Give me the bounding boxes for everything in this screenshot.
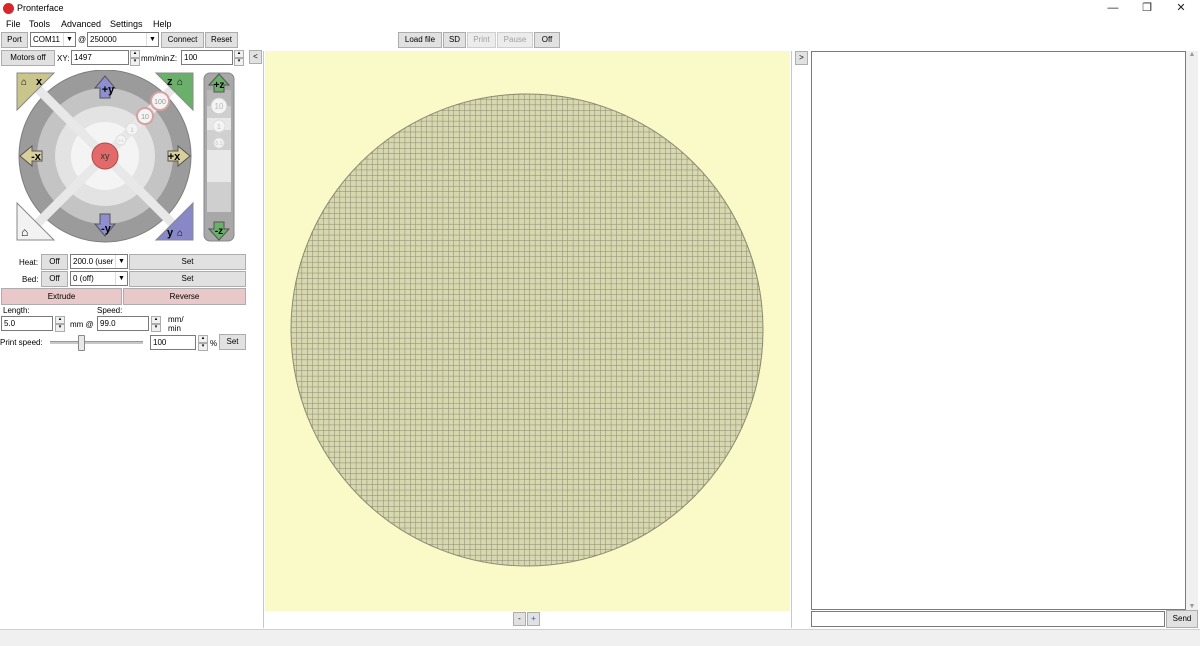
connect-button[interactable]: Connect [161, 32, 204, 48]
chevron-down-icon: ▼ [146, 33, 158, 46]
chevron-down-icon: ▼ [115, 255, 127, 268]
heat-label: Heat: [19, 258, 39, 267]
command-input[interactable] [811, 611, 1165, 627]
chevron-down-icon: ▼ [63, 33, 75, 46]
home-icon: ⌂ [21, 225, 28, 239]
heat-select[interactable]: 200.0 (user ▼ [70, 254, 128, 269]
speed-unit-label: mm/ [168, 315, 184, 324]
mm-at-label: mm @ [70, 320, 94, 329]
z-step-neg10[interactable] [207, 182, 231, 212]
menu-file[interactable]: File [6, 19, 21, 29]
panel-divider [263, 51, 264, 628]
zoom-in-button[interactable]: + [527, 612, 540, 626]
extrude-button[interactable]: Extrude [1, 288, 122, 305]
baud-select[interactable]: 250000 ▼ [87, 32, 159, 47]
home-y-label: y [167, 227, 174, 239]
z-feedrate-input[interactable]: 100 [181, 50, 233, 65]
sd-button[interactable]: SD [443, 32, 466, 48]
plus-x-label: +x [168, 151, 181, 163]
title-bar [0, 0, 1200, 17]
print-speed-label: Print speed: [0, 338, 43, 347]
home-z-label: z [167, 76, 173, 88]
plus-y-label: +y [102, 84, 115, 96]
print-button[interactable]: Print [467, 32, 496, 48]
speed-label: Speed: [97, 306, 123, 315]
scroll-down-icon[interactable]: ▼ [1186, 603, 1198, 610]
plus-z-label: +z [214, 80, 225, 91]
panel-divider [791, 51, 792, 628]
z-step-01-label: 0.1 [216, 141, 223, 147]
xy-feedrate-spinner[interactable]: ▴ ▾ [130, 50, 140, 66]
print-speed-input[interactable]: 100 [150, 335, 196, 350]
z-step-1-label: 1 [217, 124, 221, 131]
minus-y-label: -y [101, 223, 112, 235]
percent-label: % [210, 339, 218, 348]
minus-x-label: -x [31, 151, 42, 163]
reset-button[interactable]: Reset [205, 32, 238, 48]
heat-off-button[interactable]: Off [41, 254, 68, 270]
z-label: Z: [170, 54, 178, 63]
port-select[interactable]: COM11 ▼ [30, 32, 76, 47]
print-speed-slider-track[interactable] [50, 341, 143, 344]
build-plate-canvas[interactable] [265, 51, 790, 611]
load-file-button[interactable]: Load file [398, 32, 442, 48]
bed-circle [291, 94, 763, 566]
minimize-button[interactable]: — [1096, 0, 1130, 17]
window-title: Pronterface [17, 3, 64, 13]
home-icon: ⌂ [177, 77, 183, 88]
z-feedrate-spinner[interactable]: ▴ ▾ [234, 50, 244, 66]
xy-unit-label: mm/min [141, 54, 170, 63]
z-step-10-label: 10 [215, 102, 224, 111]
expand-console-button[interactable]: > [795, 51, 808, 65]
menu-settings[interactable]: Settings [110, 19, 143, 29]
bed-off-button[interactable]: Off [41, 271, 68, 287]
bed-label: Bed: [22, 275, 39, 284]
chevron-down-icon: ▼ [115, 272, 127, 285]
menu-advanced[interactable]: Advanced [61, 19, 101, 29]
scroll-up-icon[interactable]: ▲ [1186, 51, 1198, 58]
port-button[interactable]: Port [1, 32, 28, 48]
send-button[interactable]: Send [1166, 610, 1198, 628]
jog-control[interactable]: xy x ⌂ z ⌂ ⌂ y ⌂ +y -y -x +x 100 10 1 0.… [14, 70, 238, 246]
reverse-button[interactable]: Reverse [123, 288, 246, 305]
speed-input[interactable]: 99.0 [97, 316, 149, 331]
minus-z-label: -z [215, 226, 223, 237]
bed-select[interactable]: 0 (off) ▼ [70, 271, 128, 286]
home-icon: ⌂ [21, 77, 27, 88]
at-label: @ [78, 35, 87, 44]
xy-label: XY: [57, 54, 70, 63]
print-speed-set-button[interactable]: Set [219, 334, 246, 350]
step-01-label: 0.1 [118, 138, 124, 143]
z-step-neg1[interactable] [207, 150, 231, 182]
collapse-left-button[interactable]: < [249, 50, 262, 64]
speed-spinner[interactable]: ▴ ▾ [151, 316, 161, 332]
zoom-out-button[interactable]: - [513, 612, 526, 626]
step-10-label: 10 [141, 114, 149, 121]
print-speed-spinner[interactable]: ▴ ▾ [198, 335, 208, 351]
home-icon: ⌂ [177, 228, 183, 239]
pause-button[interactable]: Pause [497, 32, 533, 48]
off-button[interactable]: Off [534, 32, 560, 48]
length-label: Length: [3, 306, 30, 315]
length-input[interactable]: 5.0 [1, 316, 53, 331]
bed-set-button[interactable]: Set [129, 271, 246, 287]
speed-unit-label-2: min [168, 324, 181, 333]
motors-off-button[interactable]: Motors off [1, 50, 55, 66]
close-button[interactable]: ✕ [1164, 0, 1198, 17]
home-x-label: x [36, 76, 43, 88]
restore-button[interactable]: ❐ [1130, 0, 1164, 17]
menu-help[interactable]: Help [153, 19, 172, 29]
app-icon [3, 3, 14, 14]
console-log[interactable] [811, 51, 1186, 610]
menu-bar [0, 17, 1200, 31]
status-bar [0, 629, 1200, 646]
print-speed-slider-thumb[interactable] [77, 335, 85, 351]
menu-tools[interactable]: Tools [29, 19, 50, 29]
xy-feedrate-input[interactable]: 1497 [71, 50, 129, 65]
heat-set-button[interactable]: Set [129, 254, 246, 270]
step-100-label: 100 [154, 99, 166, 106]
center-label: xy [101, 151, 111, 161]
console-scrollbar[interactable]: ▲ ▼ [1186, 51, 1198, 610]
length-spinner[interactable]: ▴ ▾ [55, 316, 65, 332]
